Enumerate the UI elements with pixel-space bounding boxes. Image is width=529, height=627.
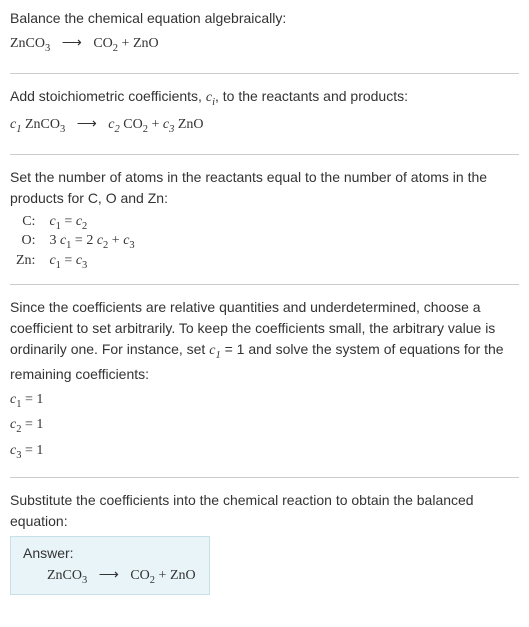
atoms-row-zn: Zn: c1 = c3 (10, 252, 141, 272)
sp1-base: ZnCO (21, 117, 60, 132)
coeff-title: Add stoichiometric coefficients, ci, to … (10, 86, 519, 111)
plus: + (155, 568, 170, 583)
reactant-sub: 3 (45, 43, 50, 54)
eq-sign: = (61, 253, 76, 268)
atoms-eq: 3 c1 = 2 c2 + c3 (43, 232, 140, 252)
atoms-row-o: O: 3 c1 = 2 c2 + c3 (10, 232, 141, 252)
section-solve: Since the coefficients are relative quan… (10, 297, 519, 478)
reactant-base: ZnCO (47, 568, 82, 583)
product2: ZnO (170, 568, 196, 583)
product1-base: CO (130, 568, 149, 583)
reactant: ZnCO3 (10, 36, 50, 51)
atoms-title: Set the number of atoms in the reactants… (10, 167, 519, 209)
section-atoms: Set the number of atoms in the reactants… (10, 167, 519, 285)
reactant-sub: 3 (82, 575, 87, 586)
rhs-sub: 3 (129, 240, 134, 251)
rhs-sub: 2 (82, 220, 87, 231)
reactant-base: ZnCO (10, 36, 45, 51)
cf-val: = 1 (21, 417, 43, 432)
coeff-line: c1 = 1 (10, 389, 519, 413)
atoms-table: C: c1 = c2 O: 3 c1 = 2 c2 + c3 Zn: c1 = … (10, 213, 141, 272)
atoms-label: O: (10, 232, 43, 252)
c2: c2 (108, 117, 119, 132)
cf-val: = 1 (21, 392, 43, 407)
answer-label: Answer: (23, 545, 197, 561)
species3: ZnO (174, 117, 203, 132)
answer-box: Answer: ZnCO3 ⟶ CO2 + ZnO (10, 536, 210, 595)
coeff-equation: c1 ZnCO3 ⟶ c2 CO2 + c3 ZnO (10, 114, 519, 138)
c1: c1 (10, 117, 21, 132)
solve-cvar: c1 (209, 343, 220, 358)
section-problem: Balance the chemical equation algebraica… (10, 8, 519, 74)
coeff-var: ci (206, 90, 215, 105)
coeff-title-a: Add stoichiometric coefficients, (10, 88, 206, 104)
atoms-eq: c1 = c2 (43, 213, 140, 233)
plus: + (118, 36, 133, 51)
eq-sign: = (61, 214, 76, 229)
solved-coeffs: c1 = 1 c2 = 1 c3 = 1 (10, 389, 519, 464)
product1: CO2 (130, 568, 155, 583)
answer-equation: ZnCO3 ⟶ CO2 + ZnO (23, 567, 197, 586)
arrow-icon: ⟶ (99, 567, 119, 584)
product2: ZnO (133, 36, 159, 51)
atoms-label: Zn: (10, 252, 43, 272)
coeff-line: c3 = 1 (10, 440, 519, 464)
sp1-sub: 3 (60, 124, 65, 135)
product1: CO2 (93, 36, 118, 51)
reactant: ZnCO3 (47, 568, 87, 583)
section-answer: Substitute the coefficients into the che… (10, 490, 519, 607)
plus: + (108, 233, 123, 248)
atoms-label: C: (10, 213, 43, 233)
coeff-line: c2 = 1 (10, 414, 519, 438)
plus: + (148, 117, 163, 132)
arrow-icon: ⟶ (77, 114, 97, 135)
section-coefficients: Add stoichiometric coefficients, ci, to … (10, 86, 519, 155)
eq-sign: = 2 (71, 233, 96, 248)
atoms-row-c: C: c1 = c2 (10, 213, 141, 233)
cf-val: = 1 (21, 443, 43, 458)
problem-title: Balance the chemical equation algebraica… (10, 8, 519, 29)
atoms-eq: c1 = c3 (43, 252, 140, 272)
species1: ZnCO3 (21, 117, 65, 132)
species2: CO2 (120, 117, 148, 132)
solve-text: Since the coefficients are relative quan… (10, 297, 519, 385)
lhs-pre: 3 (49, 233, 60, 248)
answer-title: Substitute the coefficients into the che… (10, 490, 519, 532)
sp2-base: CO (120, 117, 143, 132)
coeff-title-b: , to the reactants and products: (215, 88, 408, 104)
problem-equation: ZnCO3 ⟶ CO2 + ZnO (10, 33, 519, 57)
c3: c3 (163, 117, 174, 132)
product1-base: CO (93, 36, 112, 51)
arrow-icon: ⟶ (62, 33, 82, 54)
rhs-sub: 3 (82, 260, 87, 271)
